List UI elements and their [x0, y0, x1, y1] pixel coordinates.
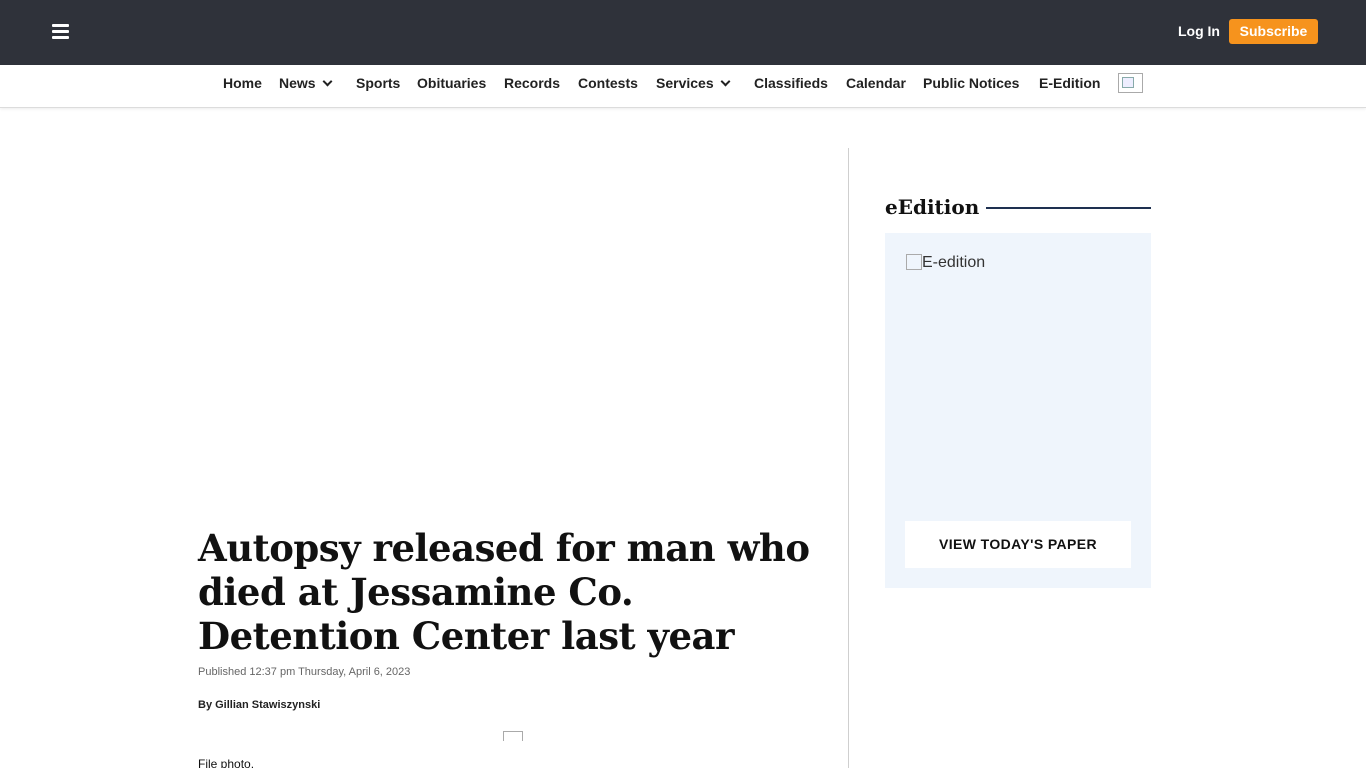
subscribe-button[interactable]: Subscribe	[1229, 19, 1318, 44]
menu-icon[interactable]	[52, 24, 69, 40]
broken-image-icon	[906, 254, 922, 270]
column-divider	[848, 148, 849, 768]
nav-promo-image[interactable]	[1118, 73, 1143, 93]
nav-item-classifieds[interactable]: Classifieds	[754, 75, 828, 91]
nav-item-services[interactable]: Services	[656, 75, 731, 91]
nav-item-label: Records	[504, 75, 561, 91]
eedition-image[interactable]: E-edition	[906, 254, 985, 272]
nav-item-public-notices[interactable]: Public Notices	[923, 75, 1019, 91]
sidebar-title-rule	[986, 207, 1151, 209]
nav-item-label: E-Edition	[1039, 75, 1101, 91]
nav-item-obituaries[interactable]: Obituaries	[417, 75, 486, 91]
article-photo	[503, 731, 523, 741]
nav-item-label: News	[279, 75, 316, 91]
sidebar-title: eEdition	[885, 195, 980, 219]
nav-item-contests[interactable]: Contests	[578, 75, 638, 91]
nav-item-label: Obituaries	[417, 75, 487, 91]
nav-item-sports[interactable]: Sports	[356, 75, 400, 91]
nav-item-label: Public Notices	[923, 75, 1020, 91]
nav-item-label: Home	[223, 75, 262, 91]
nav-item-records[interactable]: Records	[504, 75, 560, 91]
nav-item-home[interactable]: Home	[223, 75, 262, 91]
nav-item-calendar[interactable]: Calendar	[846, 75, 906, 91]
login-link[interactable]: Log In	[1178, 23, 1220, 39]
chevron-down-icon	[322, 76, 333, 87]
publish-date: Published 12:37 pm Thursday, April 6, 20…	[198, 666, 411, 678]
nav-item-label: Sports	[356, 75, 401, 91]
top-bar: Log In Subscribe	[0, 0, 1366, 65]
site-logo[interactable]	[81, 21, 97, 37]
view-todays-paper-button[interactable]: VIEW TODAY'S PAPER	[905, 521, 1131, 568]
nav-item-news[interactable]: News	[279, 75, 333, 91]
main-nav: Home News Sports Obituaries Records Cont…	[0, 65, 1366, 108]
nav-item-label: Calendar	[846, 75, 906, 91]
nav-item-e-edition[interactable]: E-Edition	[1039, 75, 1100, 91]
photo-caption: File photo.	[198, 757, 255, 768]
article-byline: By Gillian Stawiszynski	[198, 699, 321, 711]
eedition-image-alt: E-edition	[922, 254, 986, 271]
chevron-down-icon	[720, 76, 731, 87]
nav-item-label: Classifieds	[754, 75, 828, 91]
nav-item-label: Contests	[578, 75, 638, 91]
article-headline: Autopsy released for man who died at Jes…	[198, 526, 810, 658]
nav-item-label: Services	[656, 75, 714, 91]
